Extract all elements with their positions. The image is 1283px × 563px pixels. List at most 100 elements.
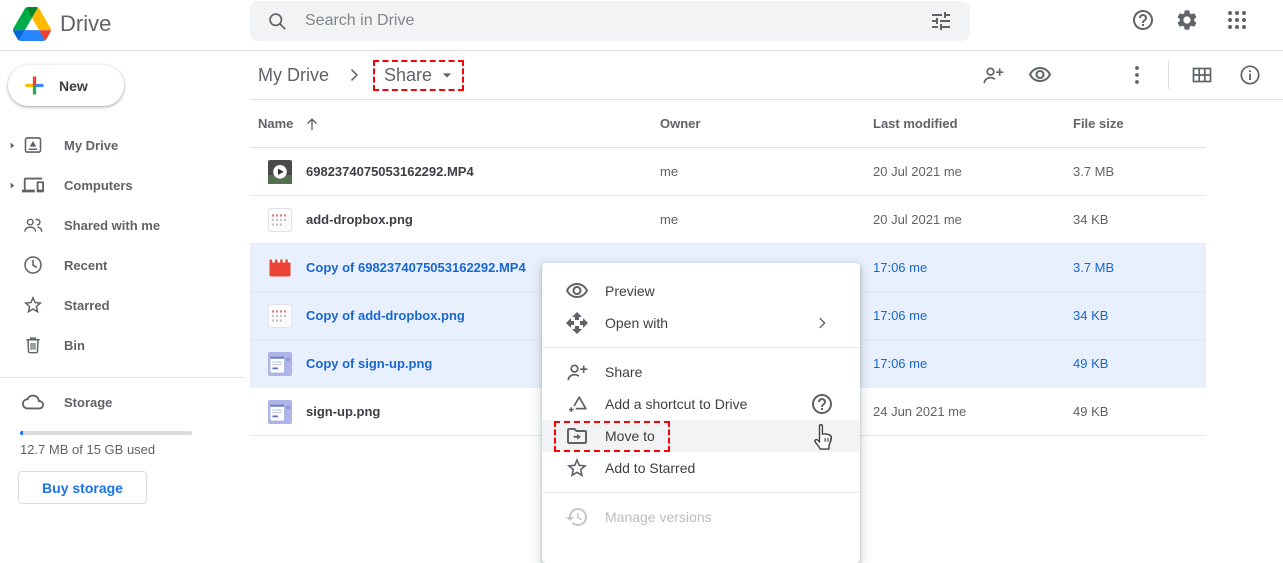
table-header: Name Owner Last modified File size (250, 100, 1283, 148)
context-menu: Preview Open with Share Add a shortcut to D… (542, 263, 860, 563)
sidebar-item-starred[interactable]: Starred (0, 285, 244, 325)
file-size: 49 KB (1073, 404, 1109, 419)
column-header-file-size[interactable]: File size (1073, 100, 1124, 148)
file-last-modified: 20 Jul 2021 me (873, 212, 962, 227)
new-button[interactable]: New (8, 65, 124, 106)
more-actions-icon[interactable] (1125, 63, 1149, 87)
sidebar: New My Drive Computers Shared with me Recen… (0, 51, 250, 532)
grid-view-icon[interactable] (1190, 63, 1214, 87)
file-name: sign-up.png (306, 404, 381, 419)
chevron-right-icon (344, 65, 364, 85)
open-with-icon (565, 311, 589, 335)
menu-item-manage-versions: Manage versions (542, 501, 860, 533)
sidebar-item-label: Recent (64, 257, 108, 273)
video-thumbnail (268, 160, 292, 184)
search-icon[interactable] (267, 11, 288, 32)
file-owner: me (660, 212, 679, 227)
app-name: Drive (60, 11, 112, 36)
file-name: 6982374075053162292.MP4 (306, 164, 474, 179)
help-icon[interactable] (1131, 8, 1155, 32)
menu-item-open-with[interactable]: Open with (542, 307, 860, 339)
file-last-modified: 17:06 me (873, 260, 928, 275)
column-header-name[interactable]: Name (258, 100, 293, 148)
video-file-icon (268, 256, 292, 280)
recent-icon (22, 254, 44, 276)
star-icon (565, 456, 589, 480)
file-size: 49 KB (1073, 356, 1109, 371)
history-icon (565, 505, 589, 529)
table-row[interactable]: 6982374075053162292.MP4 me 20 Jul 2021 me 3… (250, 148, 1206, 196)
file-name: Copy of 6982374075053162292.MP4 (306, 260, 526, 275)
submenu-chevron-icon (813, 314, 831, 332)
my-drive-icon (22, 134, 44, 156)
column-header-last-modified[interactable]: Last modified (873, 100, 958, 148)
image-thumbnail-signup (268, 352, 292, 376)
storage-usage-text: 12.7 MB of 15 GB used (20, 442, 156, 457)
file-size: 3.7 MB (1073, 164, 1115, 179)
sidebar-item-shared-with-me[interactable]: Shared with me (0, 205, 244, 245)
file-last-modified: 17:06 me (873, 308, 928, 323)
expand-caret-icon[interactable] (7, 180, 18, 191)
column-header-owner[interactable]: Owner (660, 100, 700, 148)
help-circle-icon[interactable] (810, 392, 834, 416)
breadcrumb-share-label: Share (384, 64, 433, 85)
storage-progress-bar (20, 431, 192, 435)
sidebar-item-recent[interactable]: Recent (0, 245, 244, 285)
sidebar-item-label: My Drive (64, 137, 119, 153)
image-thumbnail-dropbox (268, 208, 292, 232)
toolbar: My Drive Share (250, 51, 1283, 100)
info-icon[interactable] (1238, 63, 1262, 87)
table-row[interactable]: add-dropbox.png me 20 Jul 2021 me 34 KB (250, 196, 1206, 244)
file-last-modified: 20 Jul 2021 me (873, 164, 962, 179)
menu-item-label: Preview (605, 283, 655, 299)
sidebar-item-label: Starred (64, 297, 110, 313)
breadcrumb-my-drive[interactable]: My Drive (258, 65, 329, 86)
sidebar-item-computers[interactable]: Computers (0, 165, 244, 205)
image-thumbnail-signup (268, 400, 292, 424)
star-icon (22, 294, 44, 316)
plus-icon (21, 72, 48, 99)
file-name: Copy of sign-up.png (306, 356, 433, 371)
drive-logo[interactable]: Drive (13, 7, 111, 41)
menu-item-add-a-shortcut-to-drive[interactable]: Add a shortcut to Drive (542, 388, 860, 420)
cloud-icon (22, 391, 44, 413)
file-last-modified: 17:06 me (873, 356, 928, 371)
topbar: Drive Search in Drive (0, 0, 1283, 51)
sidebar-item-my-drive[interactable]: My Drive (0, 125, 244, 165)
menu-item-label: Add to Starred (605, 460, 696, 476)
menu-divider (542, 347, 860, 348)
sidebar-divider (0, 377, 244, 378)
sidebar-item-label: Computers (64, 177, 133, 193)
shared-icon (22, 214, 44, 236)
menu-item-move-to[interactable]: Move to (542, 420, 860, 452)
menu-item-add-to-starred[interactable]: Add to Starred (542, 452, 860, 484)
file-size: 34 KB (1073, 308, 1109, 323)
buy-storage-button[interactable]: Buy storage (18, 471, 147, 504)
menu-item-label: Move to (605, 428, 655, 444)
menu-item-share[interactable]: Share (542, 356, 860, 388)
sidebar-item-label: Bin (64, 337, 85, 353)
search-options-icon[interactable] (929, 9, 953, 33)
toolbar-divider (1168, 61, 1169, 89)
preview-icon[interactable] (1028, 63, 1052, 87)
search-input[interactable]: Search in Drive (305, 12, 414, 30)
sidebar-item-bin[interactable]: Bin (0, 325, 244, 365)
menu-item-preview[interactable]: Preview (542, 275, 860, 307)
image-thumbnail-dropbox (268, 304, 292, 328)
file-name: Copy of add-dropbox.png (306, 308, 465, 323)
sidebar-item-storage[interactable]: Storage (0, 382, 244, 422)
apps-grid-icon[interactable] (1225, 8, 1249, 32)
expand-caret-icon[interactable] (7, 140, 18, 151)
breadcrumb-current-folder[interactable]: Share (373, 59, 465, 91)
menu-item-label: Open with (605, 315, 669, 331)
breadcrumb: My Drive Share (258, 51, 465, 99)
sidebar-item-label: Shared with me (64, 217, 161, 233)
remove-icon[interactable] (1077, 63, 1101, 87)
share-file-icon[interactable] (981, 63, 1005, 87)
sort-ascending-icon[interactable] (303, 115, 321, 133)
file-owner: me (660, 164, 679, 179)
menu-item-label: Add a shortcut to Drive (605, 396, 748, 412)
search-bar[interactable]: Search in Drive (250, 1, 970, 41)
settings-icon[interactable] (1175, 8, 1199, 32)
menu-divider (542, 492, 860, 493)
